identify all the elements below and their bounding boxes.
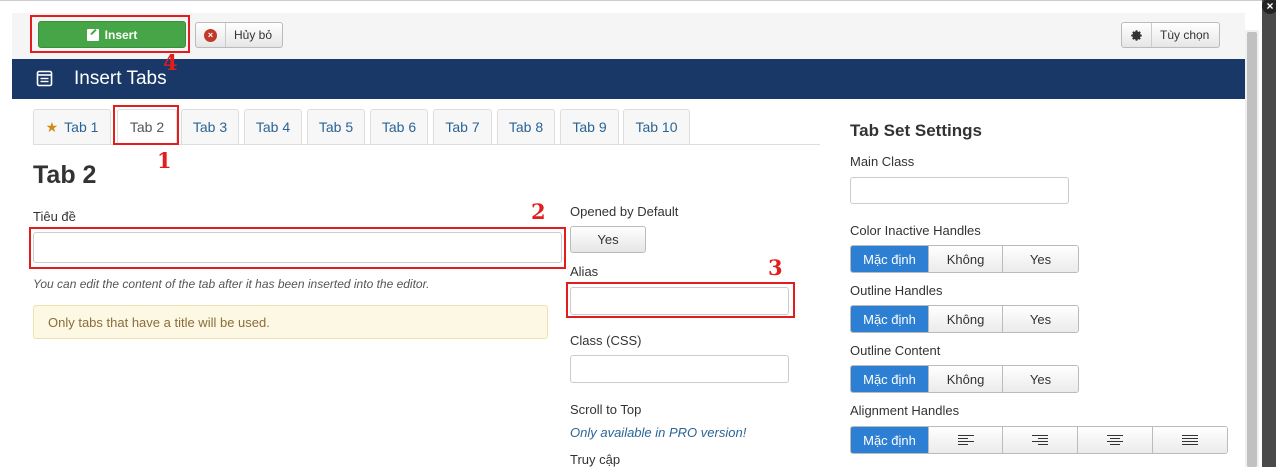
insert-tabs-modal: Insert × Hủy bỏ Tùy chọn Insert Tabs ★ T…	[0, 0, 1262, 467]
alias-label: Alias	[570, 264, 599, 279]
tab-9[interactable]: Tab 9	[560, 109, 619, 145]
close-icon[interactable]: ×	[1262, 0, 1276, 14]
opened-default-label: Opened by Default	[570, 204, 679, 219]
annotation-box-tab2	[113, 105, 179, 145]
annotation-box-alias	[566, 282, 795, 318]
option-yes[interactable]: Yes	[1003, 366, 1078, 392]
pro-only-note: Only available in PRO version!	[570, 425, 747, 440]
tab-8[interactable]: Tab 8	[497, 109, 555, 145]
options-button[interactable]: Tùy chọn	[1121, 22, 1220, 48]
outline-handles-toggle: Mặc định Không Yes	[850, 305, 1079, 333]
align-left-icon	[957, 434, 974, 446]
cancel-button[interactable]: × Hủy bỏ	[195, 22, 283, 48]
gear-icon	[1131, 29, 1142, 41]
tab-label: Tab 3	[192, 119, 228, 135]
tab-4[interactable]: Tab 4	[244, 109, 302, 145]
options-label: Tùy chọn	[1160, 28, 1210, 42]
tab-3[interactable]: Tab 3	[181, 109, 239, 145]
option-yes[interactable]: Yes	[1003, 306, 1078, 332]
annotation-number: 3	[768, 255, 783, 280]
alignment-handles-toggle: Mặc định	[850, 426, 1228, 454]
tab-label: Tab 4	[255, 119, 291, 135]
tab-1[interactable]: ★ Tab 1	[33, 109, 111, 145]
option-default[interactable]: Mặc định	[851, 306, 929, 332]
tab-6[interactable]: Tab 6	[370, 109, 428, 145]
annotation-number: 4	[163, 50, 178, 75]
color-inactive-toggle: Mặc định Không Yes	[850, 245, 1079, 273]
close-circle-icon: ×	[204, 28, 217, 42]
align-center-icon	[1107, 434, 1123, 446]
tab-5[interactable]: Tab 5	[307, 109, 365, 145]
access-label: Truy cập	[570, 452, 621, 467]
modal-title: Insert Tabs	[74, 68, 167, 89]
tab-10[interactable]: Tab 10	[623, 109, 690, 145]
color-inactive-label: Color Inactive Handles	[850, 223, 981, 238]
main-class-label: Main Class	[850, 154, 915, 169]
cancel-label: Hủy bỏ	[234, 28, 273, 42]
scroll-to-top-label: Scroll to Top	[570, 402, 642, 417]
tab-label: Tab 8	[508, 119, 544, 135]
class-css-label: Class (CSS)	[570, 333, 642, 348]
cancel-icon-wrap: ×	[196, 23, 226, 47]
option-default[interactable]: Mặc định	[851, 246, 929, 272]
main-class-input[interactable]	[850, 177, 1069, 204]
class-css-input[interactable]	[570, 355, 789, 383]
outline-handles-label: Outline Handles	[850, 283, 943, 298]
option-no[interactable]: Không	[929, 366, 1003, 392]
option-no[interactable]: Không	[929, 306, 1003, 332]
title-label: Tiêu đề	[33, 209, 76, 224]
align-justify-icon	[1182, 434, 1198, 446]
align-right-option[interactable]	[1003, 427, 1078, 453]
star-icon: ★	[45, 118, 59, 135]
option-default[interactable]: Mặc định	[851, 427, 929, 453]
option-yes[interactable]: Yes	[1003, 246, 1078, 272]
warning-alert: Only tabs that have a title will be used…	[33, 305, 548, 339]
annotation-number: 2	[531, 199, 546, 224]
options-icon-wrap	[1122, 23, 1152, 47]
hint-text: You can edit the content of the tab afte…	[33, 277, 430, 291]
align-center-option[interactable]	[1078, 427, 1153, 453]
tab-heading: Tab 2	[33, 161, 97, 189]
align-left-option[interactable]	[929, 427, 1003, 453]
annotation-box-title	[29, 227, 566, 269]
scrollbar-thumb[interactable]	[1247, 32, 1257, 467]
align-justify-option[interactable]	[1153, 427, 1227, 453]
annotation-box-insert	[30, 15, 190, 53]
alignment-handles-label: Alignment Handles	[850, 403, 960, 418]
option-no[interactable]: Không	[929, 246, 1003, 272]
settings-title: Tab Set Settings	[850, 121, 982, 140]
modal-header: Insert Tabs	[12, 59, 1245, 99]
tab-label: Tab 9	[572, 119, 607, 135]
align-right-icon	[1032, 434, 1048, 446]
outline-content-toggle: Mặc định Không Yes	[850, 365, 1079, 393]
tab-label: Tab 5	[318, 119, 354, 135]
tab-7[interactable]: Tab 7	[433, 109, 492, 145]
outline-content-label: Outline Content	[850, 343, 941, 358]
tab-label: Tab 1	[64, 119, 99, 135]
tab-label: Tab 10	[635, 119, 678, 135]
opened-default-yes-button[interactable]: Yes	[570, 226, 646, 253]
tab-label: Tab 7	[445, 119, 480, 135]
tab-label: Tab 6	[381, 119, 417, 135]
option-default[interactable]: Mặc định	[851, 366, 929, 392]
list-icon	[36, 70, 53, 87]
annotation-number: 1	[157, 148, 172, 173]
